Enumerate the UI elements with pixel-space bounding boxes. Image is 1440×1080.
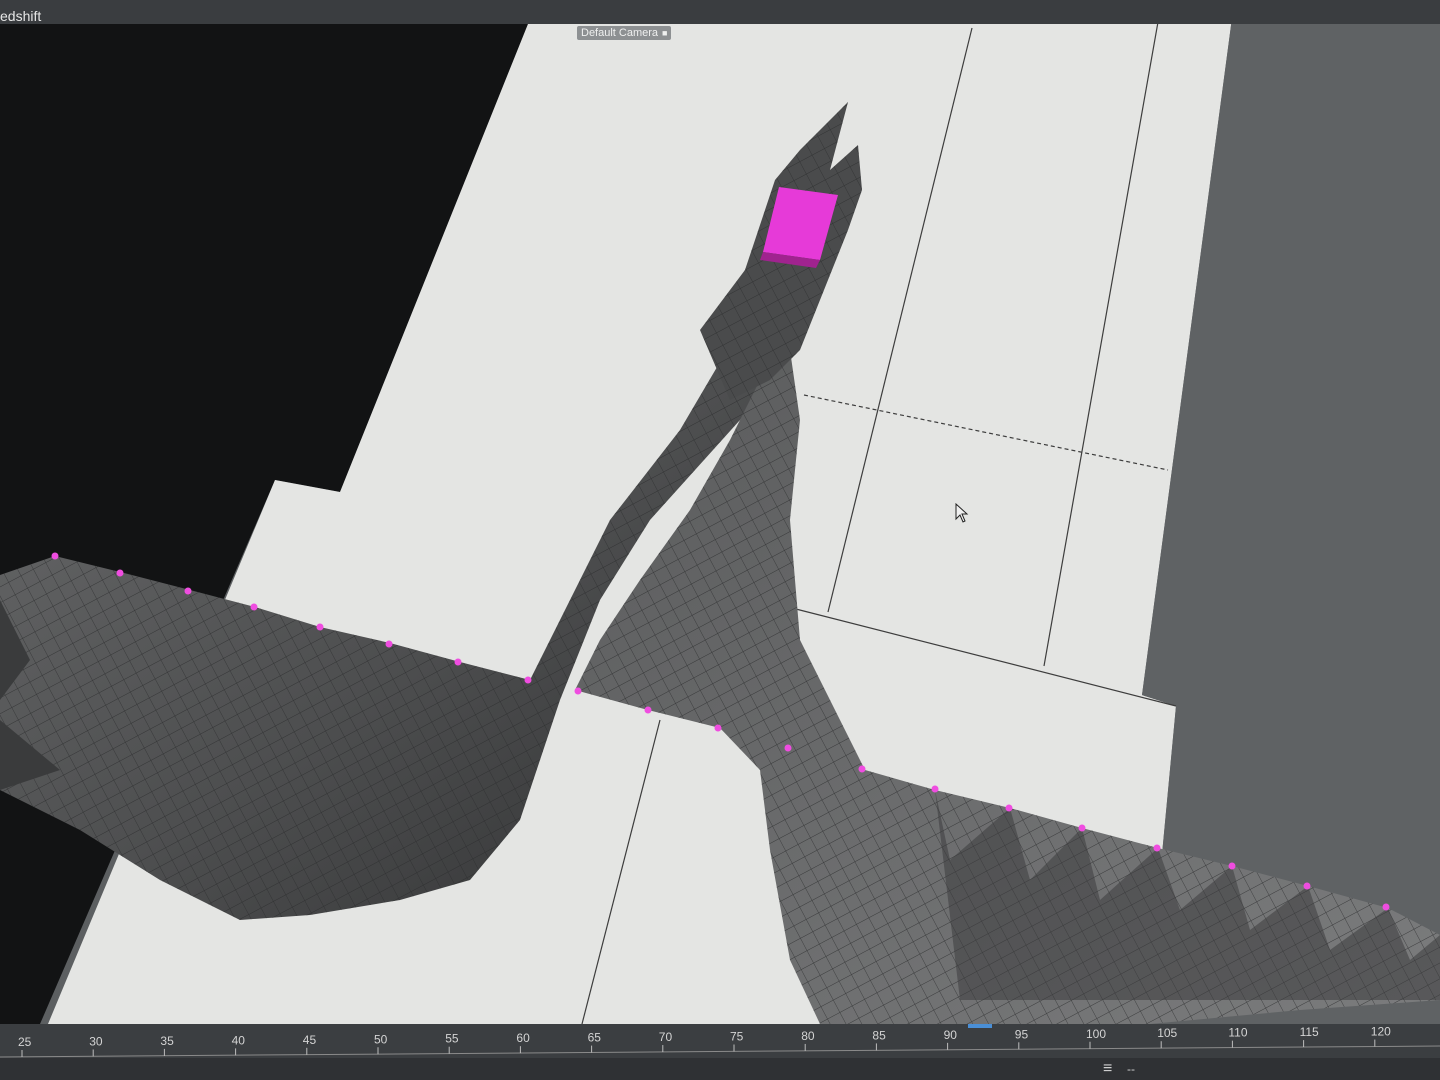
timeline-tick-label: 40 [232,1033,246,1047]
timeline-tick-label: 110 [1228,1026,1247,1040]
timeline-tick-label: 75 [730,1030,744,1044]
timeline-tick-label: 45 [303,1033,317,1047]
current-frame-label: 91 [976,1024,988,1027]
timeline-tick-label: 105 [1157,1026,1177,1040]
timeline-tick-label: 85 [872,1028,886,1042]
current-frame-marker[interactable]: 91 [968,1024,992,1028]
timeline-tick-label: 60 [516,1031,530,1045]
hamburger-menu-icon[interactable]: ≡ [1103,1060,1112,1078]
time-slider[interactable]: 25 30 35 40 45 50 55 60 65 70 75 80 85 90 95 100 105 110 1… [0,1024,1440,1058]
timeline-tick-label: 30 [89,1034,103,1048]
timeline-tick-label: 80 [801,1029,815,1043]
mouse-cursor-icon [955,503,969,523]
timeline-tick-label: 90 [944,1028,958,1042]
status-text: -- [1127,1062,1135,1076]
timeline-tick-label: 50 [374,1032,388,1046]
timeline-tick-label: 95 [1015,1027,1029,1041]
status-bar: ≡ -- [0,1058,1440,1080]
3d-viewport[interactable] [0,24,1440,1024]
viewport-scene[interactable] [0,24,1440,1024]
camera-label[interactable]: Default Camera ■ [577,26,672,40]
timeline-tick-label: 65 [588,1031,602,1045]
timeline-tick-label: 25 [18,1035,32,1049]
app-title: edshift [0,8,42,24]
timeline-tick-label: 55 [445,1032,459,1046]
timeline-tick-label: 100 [1086,1027,1106,1041]
timeline-tick-label: 70 [659,1030,673,1044]
timeline-tick-label: 35 [160,1034,174,1048]
timeline-tick-label: 120 [1371,1025,1391,1039]
camera-label-text: Default Camera [581,27,659,39]
timeline-tick-label: 115 [1300,1025,1319,1039]
camera-icon: ■ [662,28,668,38]
